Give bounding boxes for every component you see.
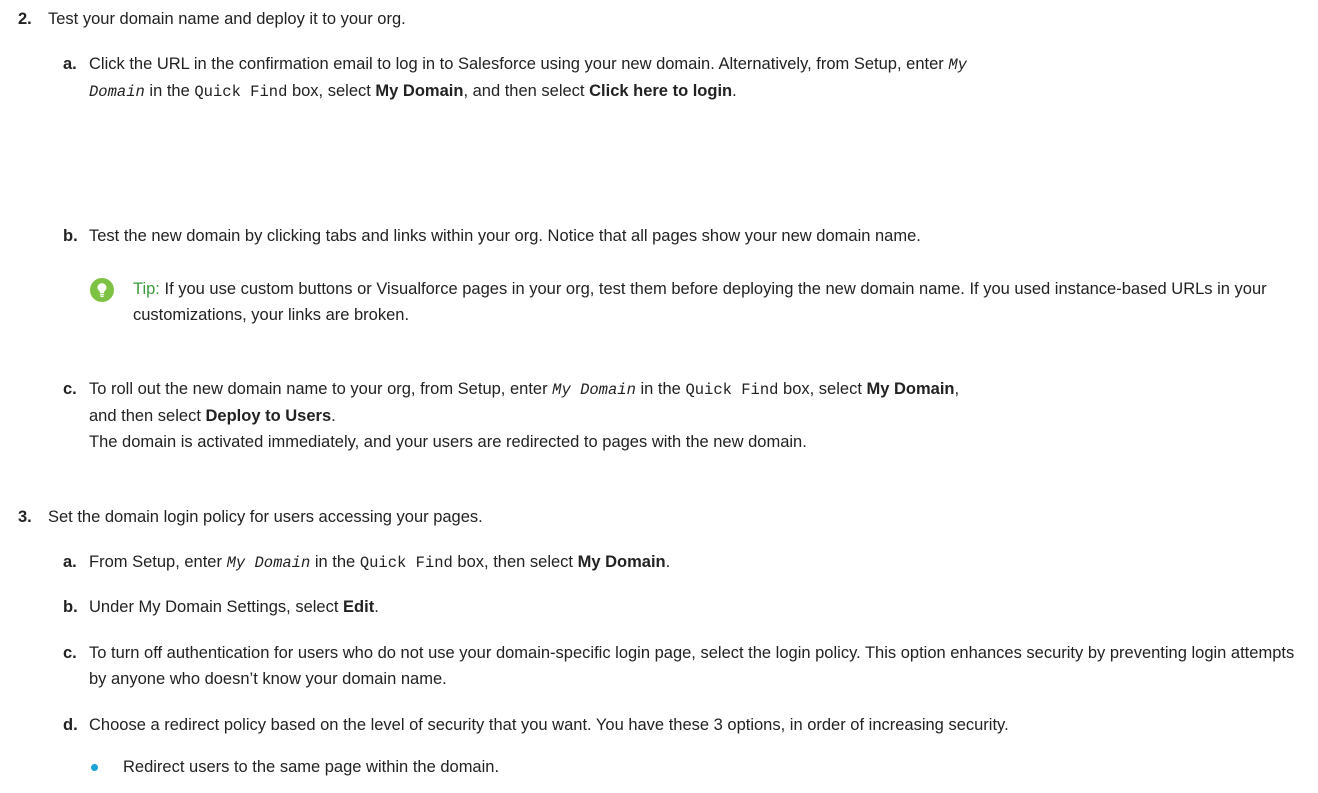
bullet-icon [91, 764, 98, 771]
substep-text: Test the new domain by clicking tabs and… [89, 227, 921, 245]
lightbulb-icon [90, 278, 114, 302]
substep-text: To roll out the new domain name to your … [89, 380, 960, 451]
list-item: Redirect users to the same page within t… [123, 758, 500, 776]
substep-label: a. [63, 553, 77, 571]
substep-label: c. [63, 644, 77, 662]
step-text: Set the domain login policy for users ac… [48, 508, 483, 526]
substep-text: Click the URL in the confirmation email … [89, 55, 967, 101]
step-text: Test your domain name and deploy it to y… [48, 10, 406, 28]
step-number: 2. [18, 10, 32, 28]
click-here-to-login-text: Click here to login [589, 82, 733, 100]
substep-label: b. [63, 227, 78, 245]
substep-text: From Setup, enter My Domain in the Quick… [89, 553, 671, 572]
tip-label: Tip: [133, 280, 160, 298]
substep-text: Choose a redirect policy based on the le… [89, 716, 1009, 734]
substep-text: Under My Domain Settings, select Edit. [89, 598, 379, 616]
substep-label: c. [63, 380, 77, 398]
step-number: 3. [18, 508, 32, 526]
deploy-to-users-text: Deploy to Users [205, 407, 332, 425]
substep-label: b. [63, 598, 78, 616]
edit-text: Edit [343, 598, 375, 616]
my-domain-link-text: My Domain [375, 82, 464, 100]
tip-text: Tip: If you use custom buttons or Visual… [133, 280, 1267, 324]
substep-text: To turn off authentication for users who… [89, 644, 1295, 688]
substep-label: d. [63, 716, 78, 734]
substep-label: a. [63, 55, 77, 73]
